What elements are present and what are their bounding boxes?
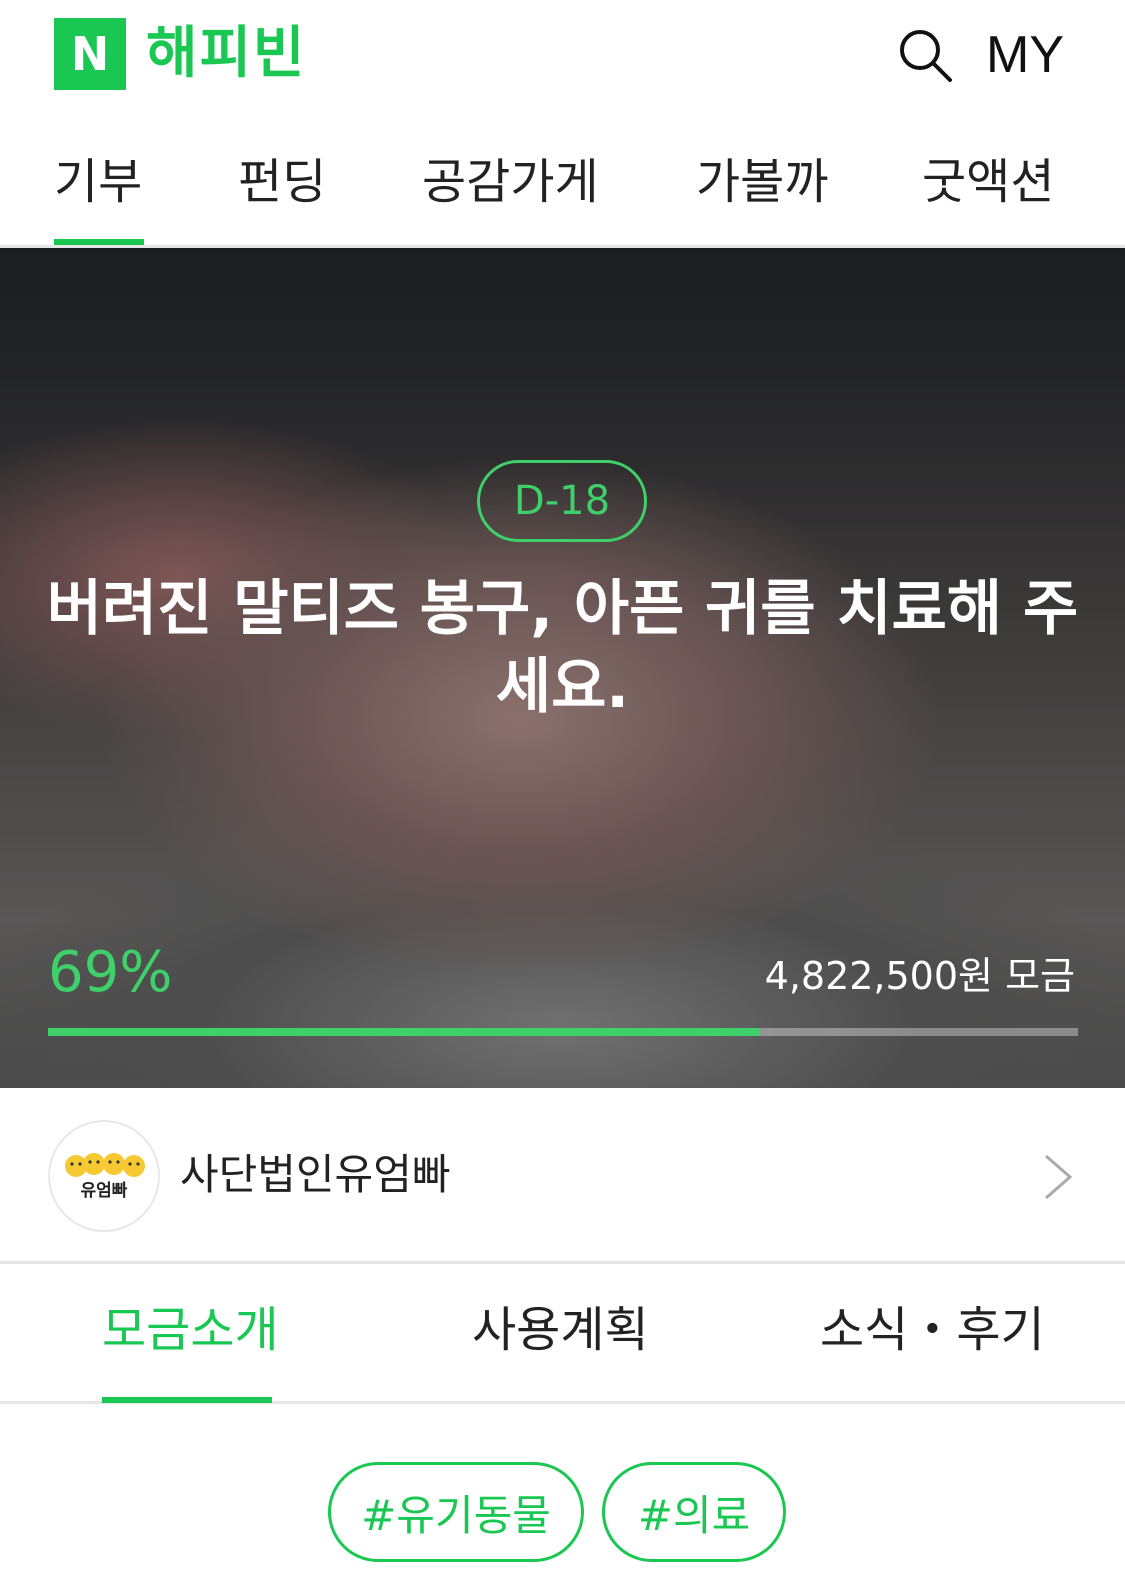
- organization-logo-text: 유엄빠: [81, 1181, 128, 1201]
- nav-active-indicator: [54, 239, 144, 245]
- search-button[interactable]: [896, 26, 956, 86]
- dday-badge: D-18: [477, 460, 647, 542]
- organization-avatar: 유엄빠: [48, 1120, 160, 1232]
- raised-amount: 4,822,500원 모금: [764, 954, 1075, 998]
- content-tab-indicator: [102, 1397, 272, 1403]
- happybean-logo-text[interactable]: 해피빈: [146, 14, 307, 94]
- main-nav: 기부 펀딩 공감가게 가볼까 굿액션: [0, 120, 1125, 248]
- progress-percent: 69%: [48, 940, 173, 1005]
- tab-campaign-intro[interactable]: 모금소개: [102, 1298, 279, 1362]
- hashtag-list: #유기동물 #의료: [0, 1462, 1125, 1562]
- organization-logo: 유엄빠: [65, 1153, 145, 1201]
- campaign-hero[interactable]: D-18 버려진 말티즈 봉구, 아픈 귀를 치료해 주세요. 69% 4,82…: [0, 248, 1125, 1088]
- progress-bar: [48, 1028, 1078, 1036]
- tab-news-reviews[interactable]: 소식・후기: [820, 1298, 1045, 1362]
- hashtag-chip[interactable]: #유기동물: [328, 1462, 584, 1562]
- campaign-title: 버려진 말티즈 봉구, 아픈 귀를 치료해 주세요.: [46, 574, 1079, 722]
- progress-bar-fill: [48, 1028, 759, 1036]
- search-icon: [900, 30, 952, 82]
- naver-logo[interactable]: N: [54, 18, 126, 90]
- nav-tab-trip[interactable]: 가볼까: [696, 150, 828, 214]
- nav-tab-store[interactable]: 공감가게: [422, 150, 599, 214]
- nav-tab-goodaction[interactable]: 굿액션: [922, 150, 1054, 214]
- chevron-right-icon: [1045, 1154, 1073, 1200]
- organization-row[interactable]: 유엄빠 사단법인유엄빠: [0, 1088, 1125, 1264]
- organization-name: 사단법인유엄빠: [180, 1150, 451, 1199]
- nav-tab-donate[interactable]: 기부: [54, 150, 142, 214]
- nav-tab-funding[interactable]: 펀딩: [238, 150, 326, 214]
- content-tabs: 모금소개 사용계획 소식・후기: [0, 1264, 1125, 1404]
- tab-usage-plan[interactable]: 사용계획: [472, 1298, 649, 1362]
- app-header: N 해피빈 MY: [0, 0, 1125, 120]
- hashtag-chip[interactable]: #의료: [602, 1462, 786, 1562]
- organization-link-button[interactable]: [1038, 1150, 1078, 1204]
- my-page-button[interactable]: MY: [986, 20, 1064, 90]
